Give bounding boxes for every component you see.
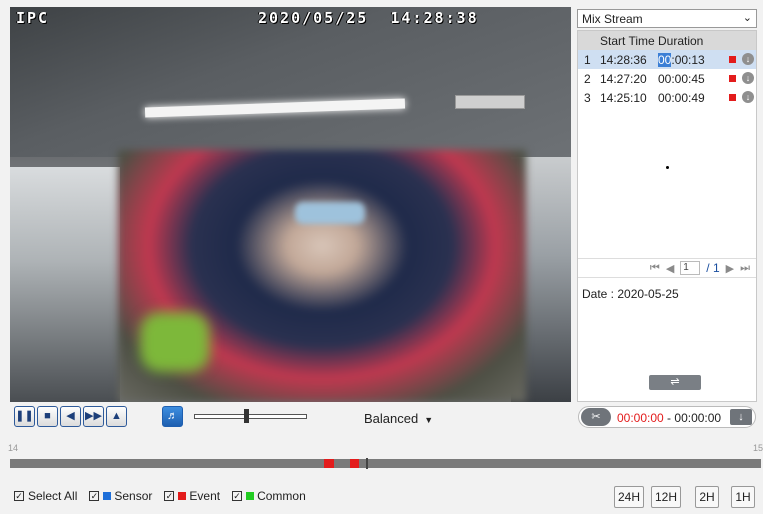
download-icon[interactable]: ↓	[742, 53, 754, 65]
rewind-icon: ◀	[66, 410, 75, 422]
volume-slider[interactable]	[194, 414, 307, 419]
download-icon[interactable]: ↓	[742, 72, 754, 84]
page-input[interactable]: 1	[680, 261, 701, 275]
clip-start: 00:00:00	[617, 411, 664, 425]
download-icon: ↓	[738, 411, 744, 423]
record-row[interactable]: 3 14:25:10 00:00:49 ↓	[578, 88, 756, 107]
record-index: 1	[584, 52, 591, 67]
select-all-checkbox[interactable]: ✓ Select All	[14, 489, 77, 503]
zoom-1h-button[interactable]: 1H	[731, 486, 755, 508]
download-icon[interactable]: ↓	[742, 91, 754, 103]
record-type-filter: ✓ Select All ✓ Sensor ✓ Event ✓ Common	[14, 489, 318, 503]
clip-download-button[interactable]: ↓	[730, 409, 752, 425]
speaker-icon: ♬	[167, 410, 178, 422]
clip-bar: ✂ 00:00:00 - 00:00:00 ↓	[578, 406, 756, 428]
ceiling-vent	[455, 95, 525, 109]
next-page-icon[interactable]: ▶	[726, 262, 734, 275]
timeline-start-label: 14	[8, 443, 19, 453]
first-page-icon[interactable]: ⏮	[650, 262, 660, 275]
volume-slider-thumb[interactable]	[244, 409, 249, 423]
last-page-icon[interactable]: ⏭	[740, 262, 750, 275]
ceiling	[10, 7, 571, 157]
stop-button[interactable]: ■	[37, 406, 58, 427]
timeline-end-label: 15	[753, 443, 763, 453]
record-start: 14:27:20	[600, 71, 647, 86]
pager: ⏮ ◀ 1 / 1 ▶ ⏭	[578, 258, 756, 278]
clip-separator: -	[663, 411, 675, 425]
swap-icon: ⇌	[670, 376, 680, 388]
record-index: 2	[584, 71, 591, 86]
clip-time: 00:00:00 - 00:00:00	[617, 411, 721, 425]
record-type-swatch	[729, 56, 736, 63]
drop-icon: ▲	[111, 410, 122, 422]
record-start: 14:28:36	[600, 52, 647, 67]
common-checkbox[interactable]: ✓ Common	[232, 489, 306, 503]
record-row[interactable]: 1 14:28:36 00:00:13 ↓	[578, 50, 756, 69]
rewind-button[interactable]: ◀	[60, 406, 81, 427]
event-swatch	[178, 492, 187, 500]
page-total: / 1	[706, 261, 720, 275]
record-table-header: Start Time Duration	[578, 31, 756, 50]
osd-camera-name: IPC	[16, 9, 50, 27]
playback-window: IPC 2020/05/25 14:28:38 Mix Stream ⌄ Sta…	[0, 0, 763, 514]
record-duration: 00:00:13	[658, 52, 718, 67]
caret-down-icon: ▼	[424, 415, 434, 425]
record-start: 14:25:10	[600, 90, 647, 105]
prev-page-icon[interactable]: ◀	[666, 262, 674, 275]
audio-button[interactable]: ♬	[162, 406, 183, 427]
pause-icon: ❚❚	[15, 410, 34, 422]
quality-dropdown[interactable]: Balanced ▼	[364, 411, 433, 426]
stray-dot	[666, 166, 669, 169]
date-label: Date : 2020-05-25	[582, 287, 679, 301]
timeline-event-segment	[324, 459, 334, 468]
record-duration-rest: :00:13	[671, 52, 705, 67]
record-duration-highlight: 00	[658, 52, 672, 67]
record-type-swatch	[729, 94, 736, 101]
forward-button[interactable]: ▶▶	[83, 406, 104, 427]
checkbox-checked-icon: ✓	[164, 491, 175, 501]
header-start-time: Start Time	[600, 33, 655, 48]
select-all-label: Select All	[28, 489, 78, 503]
face-mask	[295, 202, 365, 224]
office-left	[10, 167, 120, 402]
checkbox-checked-icon: ✓	[232, 491, 243, 501]
zoom-2h-button[interactable]: 2H	[695, 486, 719, 508]
timeline-bar[interactable]	[10, 458, 761, 469]
common-label: Common	[257, 489, 306, 503]
sensor-swatch	[103, 492, 112, 500]
record-index: 3	[584, 90, 591, 105]
green-object	[140, 312, 210, 372]
event-label: Event	[189, 489, 221, 503]
osd-timestamp: 2020/05/25 14:28:38	[258, 9, 479, 27]
record-row[interactable]: 2 14:27:20 00:00:45 ↓	[578, 69, 756, 88]
quality-value: Balanced	[364, 411, 419, 426]
checkbox-checked-icon: ✓	[14, 491, 24, 501]
event-checkbox[interactable]: ✓ Event	[164, 489, 220, 503]
timeline-cursor[interactable]	[366, 458, 368, 469]
event-marker-button[interactable]: ▲	[106, 406, 127, 427]
stream-select-value: Mix Stream	[582, 12, 643, 26]
fast-forward-icon: ▶▶	[85, 410, 102, 422]
sensor-label: Sensor	[114, 489, 153, 503]
stop-icon: ■	[44, 410, 51, 422]
zoom-24h-button[interactable]: 24H	[614, 486, 644, 508]
header-duration: Duration	[658, 33, 704, 48]
sensor-checkbox[interactable]: ✓ Sensor	[89, 489, 152, 503]
chevron-down-icon: ⌄	[742, 12, 752, 24]
record-duration: 00:00:49	[658, 90, 705, 105]
checkbox-checked-icon: ✓	[89, 491, 100, 501]
video-view[interactable]: IPC 2020/05/25 14:28:38	[10, 7, 571, 402]
record-duration: 00:00:45	[658, 71, 705, 86]
record-panel: Start Time Duration 1 14:28:36 00:00:13 …	[577, 30, 757, 402]
timeline-event-segment	[350, 459, 359, 468]
scissors-button[interactable]: ✂	[581, 408, 611, 426]
scissors-icon: ✂	[591, 411, 601, 423]
stream-select[interactable]: Mix Stream ⌄	[577, 9, 757, 28]
common-swatch	[246, 492, 255, 500]
record-type-swatch	[729, 75, 736, 82]
swap-button[interactable]: ⇌	[649, 375, 701, 390]
clip-end: 00:00:00	[674, 411, 722, 425]
zoom-12h-button[interactable]: 12H	[651, 486, 681, 508]
pause-button[interactable]: ❚❚	[14, 406, 35, 427]
